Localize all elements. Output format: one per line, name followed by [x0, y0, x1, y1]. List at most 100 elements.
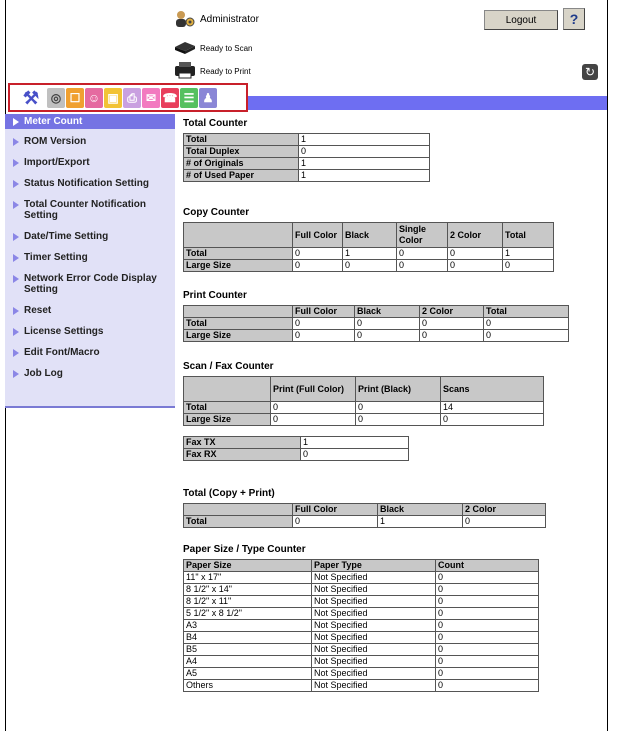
sidebar-item-total-counter-notification[interactable]: Total Counter Notification Setting [5, 191, 175, 223]
sidebar-item-reset[interactable]: Reset [5, 297, 175, 318]
arrow-right-icon [13, 254, 19, 262]
security-icon[interactable]: ☐ [66, 88, 84, 108]
arrow-right-icon [13, 307, 19, 315]
scan-status-text: Ready to Scan [200, 43, 253, 53]
cell-value: Not Specified [311, 655, 436, 668]
user-auth-icon[interactable]: ☺ [85, 88, 103, 108]
cell-value: 0 [447, 259, 503, 272]
table-row: A4 Not Specified 0 [183, 655, 539, 668]
table-row: Fax RX 0 [183, 448, 409, 461]
sidebar-item-network-error-code[interactable]: Network Error Code Display Setting [5, 265, 175, 297]
sidebar-item-import-export[interactable]: Import/Export [5, 149, 175, 170]
logout-button[interactable]: Logout [484, 10, 558, 30]
arrow-right-icon [13, 275, 19, 283]
column-header: Full Color [292, 222, 343, 248]
network-icon[interactable]: ◎ [47, 88, 65, 108]
total-counter-table: Total 1 Total Duplex 0 # of Originals 1 # o… [183, 133, 430, 182]
row-label: Total [183, 515, 293, 528]
cell-value: 0 [419, 329, 484, 342]
maintenance-icon[interactable]: ⚒ [16, 88, 46, 108]
cell-value: Not Specified [311, 583, 436, 596]
cell-value: Others [183, 679, 312, 692]
row-label: Large Size [183, 329, 293, 342]
print-status-text: Ready to Print [200, 66, 251, 76]
column-header: 2 Color [419, 305, 484, 318]
column-header: Black [354, 305, 420, 318]
total-copy-print-table: Full Color Black 2 Color Total 0 1 0 [183, 503, 546, 528]
table-row: B5 Not Specified 0 [183, 643, 539, 656]
arrow-right-icon [13, 370, 19, 378]
cell-value: 0 [435, 619, 539, 632]
help-button[interactable]: ? [563, 8, 585, 30]
cell-value: 0 [355, 401, 441, 414]
refresh-icon[interactable]: ↻ [582, 64, 598, 80]
row-label: Total [183, 401, 271, 414]
cell-value: 0 [435, 583, 539, 596]
cell-value: 0 [435, 571, 539, 584]
column-header: Paper Type [311, 559, 436, 572]
administrator-icon [174, 10, 196, 28]
copy-counter-table: Full Color Black Single Color 2 Color To… [183, 222, 554, 272]
box-icon[interactable]: ▣ [104, 88, 122, 108]
sidebar-item-license-settings[interactable]: License Settings [5, 318, 175, 339]
sidebar-item-label: Date/Time Setting [24, 231, 109, 242]
table-row: Large Size 0 0 0 0 0 [183, 259, 554, 272]
table-row: Total 0 0 0 0 [183, 317, 569, 330]
column-header [183, 503, 293, 516]
cell-value: 1 [298, 169, 430, 182]
system-icon[interactable]: ☰ [180, 88, 198, 108]
column-header: Print (Full Color) [270, 376, 356, 402]
sidebar-item-label: Total Counter Notification Setting [24, 199, 147, 221]
sidebar-item-job-log[interactable]: Job Log [5, 360, 175, 381]
cell-value: 5 1/2" x 8 1/2" [183, 607, 312, 620]
table-row: Total 0 1 0 [183, 515, 546, 528]
print-settings-icon[interactable]: ⎙ [123, 88, 141, 108]
column-header [183, 222, 293, 248]
sidebar-item-label: Edit Font/Macro [24, 347, 100, 358]
cell-value: Not Specified [311, 643, 436, 656]
cell-value: Not Specified [311, 631, 436, 644]
paper-counter-table: Paper Size Paper Type Count 11" x 17" Not… [183, 559, 539, 692]
section-title: Paper Size / Type Counter [183, 544, 306, 555]
arrow-right-icon [13, 138, 19, 146]
cell-value: 0 [419, 317, 484, 330]
sidebar-item-label: ROM Version [24, 136, 87, 147]
category-toolbar: ⚒ ◎ ☐ ☺ ▣ ⎙ ✉ ☎ ☰ ♟ [8, 83, 248, 112]
cell-value: 0 [435, 631, 539, 644]
cell-value: 0 [292, 329, 355, 342]
column-header: 2 Color [462, 503, 546, 516]
cell-value: B4 [183, 631, 312, 644]
row-label: Total [183, 133, 299, 146]
table-row: Others Not Specified 0 [183, 679, 539, 692]
sidebar-item-rom-version[interactable]: ROM Version [5, 129, 175, 149]
sidebar-item-timer[interactable]: Timer Setting [5, 244, 175, 265]
cell-value: 1 [502, 247, 554, 260]
cell-value: 1 [298, 157, 430, 170]
column-header: Print (Black) [355, 376, 441, 402]
column-header: Single Color [396, 222, 448, 248]
cell-value: 0 [502, 259, 554, 272]
cell-value: 0 [396, 259, 448, 272]
cell-value: Not Specified [311, 679, 436, 692]
section-title: Copy Counter [183, 207, 250, 218]
table-row: Fax TX 1 [183, 436, 409, 449]
table-row: Total 1 [183, 133, 430, 146]
store-address-icon[interactable]: ✉ [142, 88, 160, 108]
cell-value: 0 [435, 595, 539, 608]
sidebar-item-edit-font-macro[interactable]: Edit Font/Macro [5, 339, 175, 360]
row-label: Fax RX [183, 448, 301, 461]
column-header: Total [483, 305, 569, 318]
cell-value: 1 [342, 247, 397, 260]
column-header: Full Color [292, 305, 355, 318]
sidebar-item-date-time[interactable]: Date/Time Setting [5, 223, 175, 244]
sidebar-item-meter-count[interactable]: Meter Count [5, 114, 175, 129]
cell-value: 0 [440, 413, 544, 426]
section-title: Print Counter [183, 290, 247, 301]
sidebar: Meter Count ROM Version Import/Export St… [5, 114, 175, 408]
fax-icon[interactable]: ☎ [161, 88, 179, 108]
accounts-icon[interactable]: ♟ [199, 88, 217, 108]
sidebar-item-status-notification[interactable]: Status Notification Setting [5, 170, 175, 191]
table-row: Total 0 0 14 [183, 401, 544, 414]
cell-value: 0 [396, 247, 448, 260]
cell-value: Not Specified [311, 571, 436, 584]
